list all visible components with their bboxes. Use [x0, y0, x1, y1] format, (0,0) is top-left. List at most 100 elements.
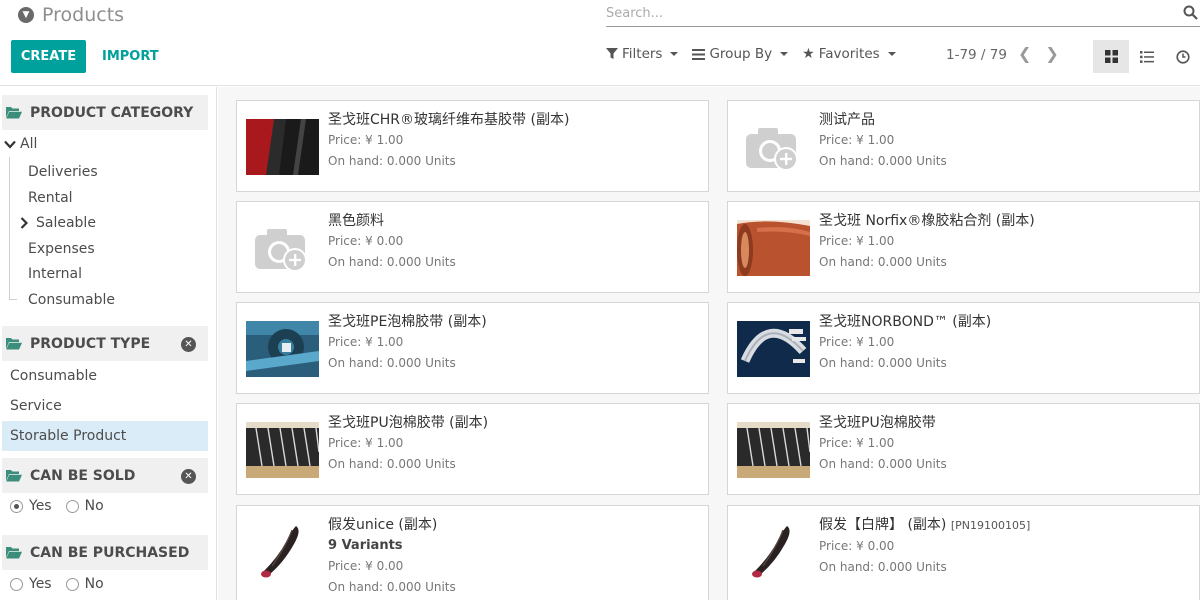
product-card[interactable]: 圣戈班PU泡棉胶带 (副本) Price: ¥ 1.00 On hand: 0.… — [236, 403, 709, 495]
product-price: Price: ¥ 1.00 — [328, 436, 404, 450]
product-code: [PN19100105] — [950, 519, 1031, 532]
folder-open-icon — [6, 470, 22, 482]
purchased-no-label: No — [84, 576, 104, 592]
product-name: 圣戈班NORBOND™ (副本) — [819, 314, 992, 330]
product-onhand: On hand: 0.000 Units — [328, 154, 456, 168]
caret-down-icon — [780, 52, 789, 56]
category-internal[interactable]: Internal — [28, 266, 82, 282]
kanban-view-button[interactable] — [1093, 40, 1129, 73]
sold-yes-label: Yes — [29, 498, 52, 514]
product-category-title: PRODUCT CATEGORY — [30, 104, 194, 121]
pager-value[interactable]: 1-79 / 79 — [946, 47, 1007, 63]
product-name: 黑色颜料 — [328, 213, 384, 229]
product-price: Price: ¥ 1.00 — [328, 133, 404, 147]
groupby-dropdown[interactable]: Group By — [692, 46, 789, 62]
clear-filter-icon[interactable]: ✕ — [181, 469, 196, 484]
can-be-purchased-title: CAN BE PURCHASED — [30, 544, 190, 561]
product-card[interactable]: 假发unice (副本) 9 Variants Price: ¥ 0.00 On… — [236, 505, 709, 600]
category-saleable[interactable]: Saleable — [20, 215, 96, 231]
type-service[interactable]: Service — [2, 391, 208, 421]
chevron-right-icon — [20, 217, 28, 229]
chevron-down-icon — [4, 140, 16, 149]
product-variants: 9 Variants — [328, 538, 403, 553]
favorites-dropdown[interactable]: ★ Favorites — [802, 46, 896, 62]
category-expenses[interactable]: Expenses — [28, 241, 95, 257]
product-onhand: On hand: 0.000 Units — [819, 560, 947, 574]
product-type-header: PRODUCT TYPE ✕ — [2, 326, 208, 361]
page-title: Products — [42, 4, 125, 26]
category-saleable-label: Saleable — [36, 215, 96, 231]
create-button[interactable]: CREATE — [11, 40, 86, 73]
search-panel: PRODUCT CATEGORY All Deliveries Rental S… — [0, 87, 217, 600]
clear-filter-icon[interactable]: ✕ — [181, 337, 196, 352]
product-card[interactable]: 黑色颜料 Price: ¥ 0.00 On hand: 0.000 Units — [236, 201, 709, 293]
product-onhand: On hand: 0.000 Units — [328, 255, 456, 269]
product-onhand: On hand: 0.000 Units — [328, 457, 456, 471]
product-card[interactable]: 圣戈班CHR®玻璃纤维布基胶带 (副本) Price: ¥ 1.00 On ha… — [236, 100, 709, 192]
product-image — [246, 321, 319, 377]
import-button[interactable]: IMPORT — [94, 40, 167, 73]
control-panel: ▼ Products CREATE IMPORT Filters Group B… — [0, 0, 1200, 86]
product-image — [737, 321, 810, 377]
tree-line — [9, 157, 10, 299]
chevron-down-icon[interactable]: ▼ — [18, 7, 34, 23]
purchased-yes-radio[interactable] — [10, 577, 23, 591]
product-name: 假发【白牌】 (副本) [PN19100105] — [819, 515, 1030, 536]
camera-placeholder-icon — [255, 229, 307, 272]
clock-icon — [1176, 49, 1190, 64]
category-consumable[interactable]: Consumable — [28, 292, 115, 308]
list-view-button[interactable] — [1129, 40, 1165, 73]
folder-open-icon — [6, 547, 22, 559]
type-consumable[interactable]: Consumable — [2, 361, 208, 391]
product-info: 圣戈班PE泡棉胶带 (副本) Price: ¥ 1.00 On hand: 0.… — [328, 312, 487, 374]
activity-view-button[interactable] — [1165, 40, 1200, 73]
product-info: 圣戈班PU泡棉胶带 Price: ¥ 1.00 On hand: 0.000 U… — [819, 413, 947, 475]
search-input[interactable] — [606, 2, 1166, 25]
sold-no-radio[interactable] — [65, 499, 79, 513]
can-be-sold-title: CAN BE SOLD — [30, 467, 136, 484]
caret-down-icon — [887, 52, 896, 56]
product-image — [737, 524, 810, 580]
product-card[interactable]: 圣戈班PE泡棉胶带 (副本) Price: ¥ 1.00 On hand: 0.… — [236, 302, 709, 394]
grid-icon — [1104, 50, 1118, 63]
product-info: 圣戈班 Norfix®橡胶粘合剂 (副本) Price: ¥ 1.00 On h… — [819, 211, 1035, 273]
product-name: 圣戈班PE泡棉胶带 (副本) — [328, 314, 487, 330]
type-storable-product[interactable]: Storable Product — [2, 421, 208, 451]
product-info: 圣戈班PU泡棉胶带 (副本) Price: ¥ 1.00 On hand: 0.… — [328, 413, 488, 475]
product-name: 圣戈班PU泡棉胶带 — [819, 415, 936, 431]
can-be-sold-options: Yes No — [10, 498, 104, 514]
folder-open-icon — [6, 107, 22, 119]
purchased-no-radio[interactable] — [65, 577, 79, 591]
product-name: 测试产品 — [819, 112, 875, 128]
search-bar — [606, 2, 1200, 27]
product-onhand: On hand: 0.000 Units — [819, 457, 947, 471]
product-price: Price: ¥ 0.00 — [819, 539, 895, 553]
product-card[interactable]: 圣戈班NORBOND™ (副本) Price: ¥ 1.00 On hand: … — [727, 302, 1200, 394]
product-image — [737, 422, 810, 478]
product-image — [246, 422, 319, 478]
sold-yes-radio[interactable] — [10, 499, 23, 513]
filters-dropdown[interactable]: Filters — [606, 46, 679, 62]
product-card[interactable]: 圣戈班PU泡棉胶带 Price: ¥ 1.00 On hand: 0.000 U… — [727, 403, 1200, 495]
tree-tick — [9, 299, 17, 300]
product-name: 圣戈班PU泡棉胶带 (副本) — [328, 415, 489, 431]
product-price: Price: ¥ 0.00 — [328, 559, 404, 573]
category-all[interactable]: All — [4, 136, 37, 152]
product-image — [737, 220, 810, 276]
can-be-purchased-options: Yes No — [10, 576, 104, 592]
product-info: 假发【白牌】 (副本) [PN19100105] Price: ¥ 0.00 O… — [819, 515, 1030, 578]
chevron-right-icon[interactable]: ❯ — [1045, 44, 1058, 63]
search-icon[interactable] — [1183, 5, 1198, 20]
product-card[interactable]: 圣戈班 Norfix®橡胶粘合剂 (副本) Price: ¥ 1.00 On h… — [727, 201, 1200, 293]
product-card[interactable]: 测试产品 Price: ¥ 1.00 On hand: 0.000 Units — [727, 100, 1200, 192]
chevron-left-icon[interactable]: ❮ — [1018, 44, 1031, 63]
product-info: 圣戈班CHR®玻璃纤维布基胶带 (副本) Price: ¥ 1.00 On ha… — [328, 110, 569, 172]
product-card[interactable]: 假发【白牌】 (副本) [PN19100105] Price: ¥ 0.00 O… — [727, 505, 1200, 600]
filter-icon — [606, 48, 618, 59]
product-price: Price: ¥ 1.00 — [328, 335, 404, 349]
groupby-label: Group By — [709, 46, 773, 62]
category-deliveries[interactable]: Deliveries — [28, 164, 98, 180]
category-rental[interactable]: Rental — [28, 190, 73, 206]
product-category-header: PRODUCT CATEGORY — [2, 95, 208, 130]
view-switcher — [1093, 40, 1200, 73]
